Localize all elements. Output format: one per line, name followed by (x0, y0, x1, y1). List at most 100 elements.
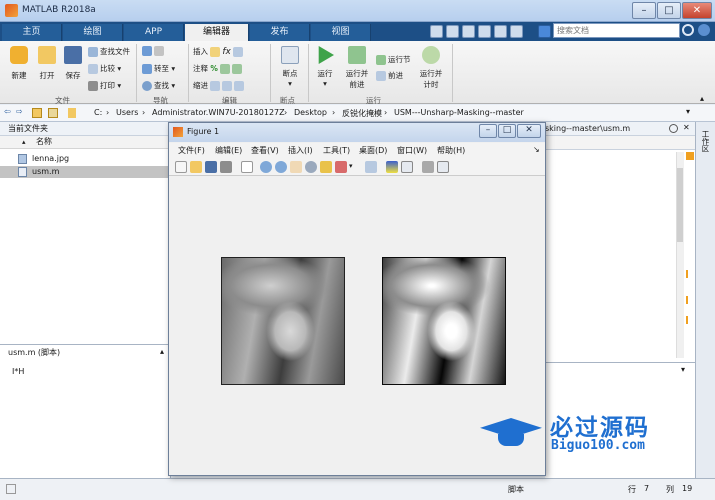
brush-icon[interactable] (335, 161, 347, 173)
paste-icon[interactable] (478, 25, 491, 38)
new-figure-icon[interactable] (175, 161, 187, 173)
zoom-out-icon[interactable] (275, 161, 287, 173)
undo-icon[interactable] (494, 25, 507, 38)
warning-marker[interactable] (686, 316, 688, 324)
workspace-side-strip[interactable]: 工作区 (695, 122, 715, 478)
list-item-selected[interactable]: usm.m (0, 166, 171, 178)
path-segment[interactable]: Users (116, 108, 138, 117)
copy-icon[interactable] (462, 25, 475, 38)
cut-icon[interactable] (446, 25, 459, 38)
tab-publish[interactable]: 发布 (250, 24, 310, 41)
dock-arrow-icon[interactable]: ↘ (533, 145, 540, 154)
run-button[interactable]: 运行 ▾ (313, 46, 337, 90)
original-image-axes[interactable] (221, 257, 345, 385)
comment-button[interactable]: 注释 % (193, 63, 244, 74)
path-segment[interactable]: USM---Unsharp-Masking--master (394, 108, 524, 117)
rotate-3d-icon[interactable] (305, 161, 317, 173)
menu-view[interactable]: 查看(V) (251, 145, 279, 156)
editor-options-icon[interactable] (669, 124, 678, 133)
forward-arrow-icon (154, 46, 164, 56)
path-separator: › (142, 108, 146, 117)
run-section-button[interactable]: 运行节 (376, 54, 411, 65)
back-icon[interactable]: ⇦ (4, 107, 11, 116)
scroll-thumb[interactable] (677, 168, 683, 242)
zoom-in-icon[interactable] (260, 161, 272, 173)
goto-button[interactable]: 转至 ▾ (142, 63, 175, 74)
open-button[interactable]: 打开 (35, 46, 59, 82)
print-figure-icon[interactable] (220, 161, 232, 173)
search-icon[interactable] (682, 24, 694, 36)
find-button[interactable]: 查找 ▾ (142, 80, 175, 91)
menu-insert[interactable]: 插入(I) (288, 145, 313, 156)
help-icon[interactable] (538, 25, 551, 38)
new-button[interactable]: 新建 (7, 46, 31, 82)
figure-close-button[interactable]: ✕ (517, 124, 541, 138)
save-figure-icon[interactable] (205, 161, 217, 173)
run-and-advance-button[interactable]: 运行并 前进 (342, 46, 372, 90)
sharpened-image-axes[interactable] (382, 257, 506, 385)
print-button[interactable]: 打印 ▾ (88, 80, 121, 91)
path-segment[interactable]: 反锐化掩模 (342, 108, 382, 119)
watermark-logo (480, 412, 542, 452)
open-file-icon[interactable] (190, 161, 202, 173)
brush-dropdown-icon[interactable]: ▾ (349, 162, 353, 170)
menu-help[interactable]: 帮助(H) (437, 145, 465, 156)
figure-menu-bar: 文件(F) 编辑(E) 查看(V) 插入(I) 工具(T) 桌面(D) 窗口(W… (169, 143, 545, 158)
warning-marker[interactable] (686, 270, 688, 278)
hide-plot-tools-icon[interactable] (422, 161, 434, 173)
watermark-brand: 必过源码 (550, 415, 650, 441)
menu-desktop[interactable]: 桌面(D) (359, 145, 387, 156)
link-plot-icon[interactable] (365, 161, 377, 173)
insert-button[interactable]: 插入 fx (193, 46, 245, 57)
back-forward-nav[interactable] (142, 46, 166, 56)
path-segment[interactable]: C: (94, 108, 102, 117)
up-folder-icon[interactable] (32, 108, 42, 118)
watermark-site: Biguo100.com (551, 438, 645, 453)
minimize-button[interactable]: – (632, 2, 656, 19)
indent-button[interactable]: 缩进 (193, 80, 246, 91)
find-files-button[interactable]: 查找文件 (88, 46, 130, 57)
menu-window[interactable]: 窗口(W) (397, 145, 427, 156)
maximize-button[interactable]: □ (657, 2, 681, 19)
figure-minimize-button[interactable]: – (479, 124, 497, 138)
path-segment[interactable]: Administrator.WIN7U-20180127Z (152, 108, 285, 117)
path-segment[interactable]: Desktop (294, 108, 327, 117)
menu-tools[interactable]: 工具(T) (323, 145, 350, 156)
menu-file[interactable]: 文件(F) (178, 145, 205, 156)
tab-home[interactable]: 主页 (2, 24, 62, 41)
forward-icon[interactable]: ⇨ (16, 107, 23, 116)
notification-icon[interactable] (698, 24, 710, 36)
pointer-icon[interactable] (241, 161, 253, 173)
show-plot-tools-icon[interactable] (437, 161, 449, 173)
tab-editor[interactable]: 编辑器 (185, 24, 249, 41)
warning-marker[interactable] (686, 296, 688, 304)
close-button[interactable]: ✕ (682, 2, 712, 19)
editor-close-icon[interactable]: ✕ (683, 123, 690, 132)
details-collapse-icon[interactable]: ▴ (160, 347, 164, 356)
code-analyzer-indicator[interactable] (686, 152, 694, 160)
colorbar-icon[interactable] (386, 161, 398, 173)
run-and-time-button[interactable]: 运行并 计时 (416, 46, 446, 90)
data-cursor-icon[interactable] (320, 161, 332, 173)
tab-apps[interactable]: APP (124, 24, 184, 41)
search-documentation-input[interactable]: 搜索文档 (553, 23, 680, 38)
tab-view[interactable]: 视图 (311, 24, 371, 41)
save-button[interactable]: 保存 (61, 46, 85, 82)
path-dropdown-icon[interactable]: ▾ (686, 107, 690, 116)
advance-button[interactable]: 前进 (376, 70, 403, 81)
breakpoints-button[interactable]: 断点 ▾ (276, 46, 304, 90)
divider (452, 44, 453, 102)
redo-icon[interactable] (510, 25, 523, 38)
menu-edit[interactable]: 编辑(E) (215, 145, 242, 156)
tab-plots[interactable]: 绘图 (63, 24, 123, 41)
list-item[interactable]: lenna.jpg (0, 153, 171, 165)
figure-maximize-button[interactable]: □ (498, 124, 516, 138)
cmd-options-icon[interactable]: ▾ (681, 365, 685, 374)
legend-icon[interactable] (401, 161, 413, 173)
pan-hand-icon[interactable] (290, 161, 302, 173)
compare-button[interactable]: 比较 ▾ (88, 63, 121, 74)
save-quick-icon[interactable] (430, 25, 443, 38)
path-separator: › (332, 108, 336, 117)
browse-folder-icon[interactable] (48, 108, 58, 118)
collapse-ribbon-icon[interactable]: ▴ (700, 94, 704, 103)
